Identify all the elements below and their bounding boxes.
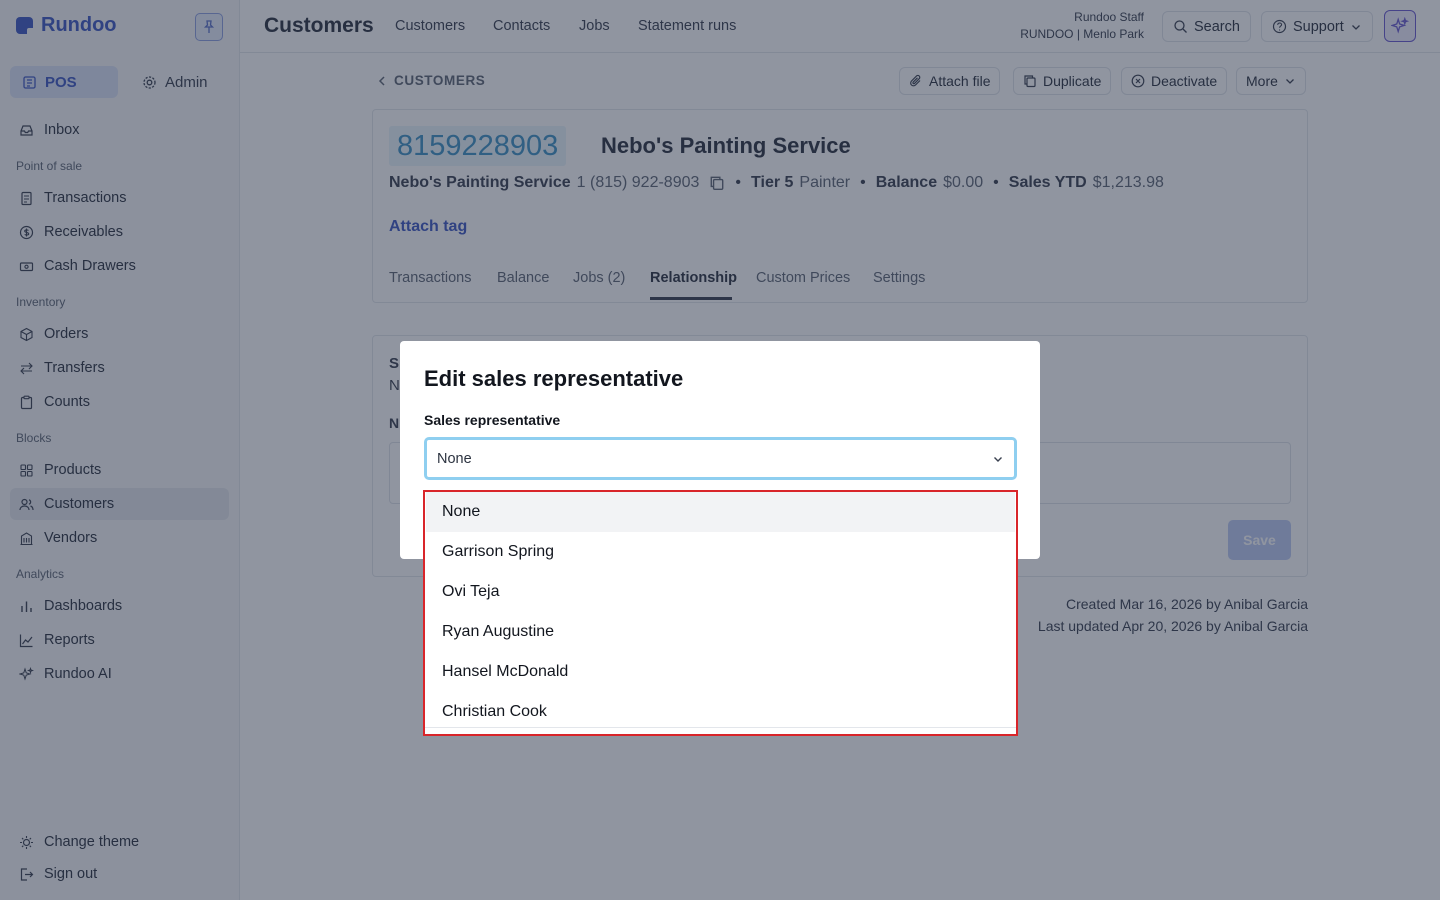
- sales-rep-option-garrison-spring[interactable]: Garrison Spring: [426, 532, 1015, 572]
- sales-rep-field-label: Sales representative: [424, 412, 561, 428]
- chevron-down-icon: [994, 456, 1002, 462]
- sales-rep-option-christian-cook[interactable]: Christian Cook: [426, 692, 1015, 732]
- sales-rep-option-ryan-augustine[interactable]: Ryan Augustine: [426, 612, 1015, 652]
- modal-title: Edit sales representative: [424, 366, 684, 391]
- dropdown-scroll-edge: [425, 727, 1016, 734]
- sales-rep-option-none[interactable]: None: [426, 492, 1015, 532]
- sales-rep-selected-value: None: [437, 450, 472, 467]
- sales-rep-dropdown: None Garrison Spring Ovi Teja Ryan Augus…: [423, 490, 1018, 736]
- sales-rep-select[interactable]: None: [424, 437, 1017, 480]
- sales-rep-option-hansel-mcdonald[interactable]: Hansel McDonald: [426, 652, 1015, 692]
- sales-rep-option-ovi-teja[interactable]: Ovi Teja: [426, 572, 1015, 612]
- sales-rep-options: None Garrison Spring Ovi Teja Ryan Augus…: [426, 492, 1015, 732]
